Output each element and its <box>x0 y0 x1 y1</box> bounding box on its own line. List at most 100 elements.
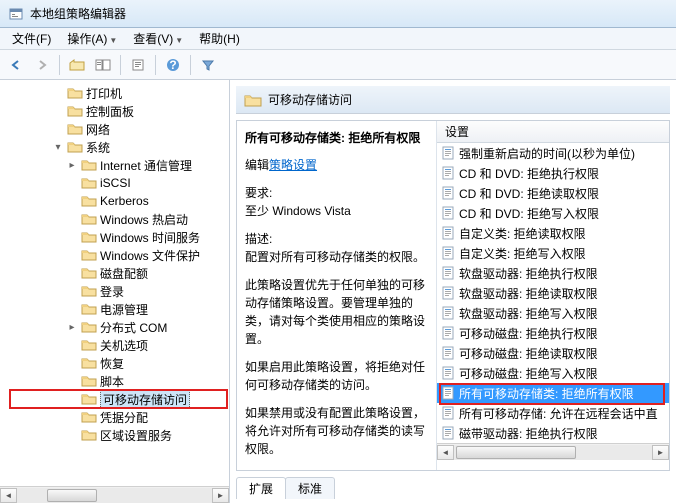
folder-icon <box>81 158 97 172</box>
folder-icon <box>81 320 97 334</box>
list-hscroll[interactable]: ◄ ► <box>437 443 669 460</box>
list-item[interactable]: 磁带驱动器: 拒绝执行权限 <box>437 423 669 443</box>
list-item[interactable]: 软盘驱动器: 拒绝执行权限 <box>437 263 669 283</box>
tree-node[interactable]: 电源管理 <box>10 300 227 318</box>
tree-node[interactable]: ▸ Internet 通信管理 <box>10 156 227 174</box>
list-item-label: 磁带驱动器: 拒绝执行权限 <box>459 425 598 442</box>
scroll-left-icon[interactable]: ◄ <box>0 488 17 503</box>
policy-icon <box>441 326 455 340</box>
expand-icon[interactable]: ▸ <box>66 160 78 171</box>
description-pane: 所有可移动存储类: 拒绝所有权限 编辑策略设置 要求:至少 Windows Vi… <box>237 121 437 470</box>
scroll-right-icon[interactable]: ► <box>212 488 229 503</box>
list-item-label: 自定义类: 拒绝写入权限 <box>459 245 586 262</box>
list-item[interactable]: CD 和 DVD: 拒绝读取权限 <box>437 183 669 203</box>
tree-node[interactable]: iSCSI <box>10 174 227 192</box>
list-item[interactable]: 软盘驱动器: 拒绝写入权限 <box>437 303 669 323</box>
tree-node[interactable]: 网络 <box>10 120 227 138</box>
tree-label: 电源管理 <box>100 301 148 318</box>
tree-label: 凭据分配 <box>100 409 148 426</box>
filter-button[interactable] <box>196 53 220 77</box>
tree-pane: 打印机控制面板网络▾系统 ▸ Internet 通信管理 iSCSI Kerberos W… <box>0 80 230 503</box>
tree-label: Windows 文件保护 <box>100 247 200 264</box>
list-item-label: 强制重新启动的时间(以秒为单位) <box>459 145 635 162</box>
tree-label: 网络 <box>86 121 110 138</box>
view-tabs: 扩展 标准 <box>236 477 670 499</box>
list-item[interactable]: CD 和 DVD: 拒绝写入权限 <box>437 203 669 223</box>
tree-node[interactable]: 脚本 <box>10 372 227 390</box>
tree-node[interactable]: 控制面板 <box>10 102 227 120</box>
scroll-left-icon[interactable]: ◄ <box>437 445 454 460</box>
tree-label: Internet 通信管理 <box>100 157 192 174</box>
tree-label: Kerberos <box>100 194 149 208</box>
list-item-label: 可移动磁盘: 拒绝写入权限 <box>459 365 598 382</box>
tree-node[interactable]: Windows 时间服务 <box>10 228 227 246</box>
folder-icon <box>81 374 97 388</box>
list-item[interactable]: 强制重新启动的时间(以秒为单位) <box>437 143 669 163</box>
folder-icon <box>67 140 83 154</box>
folder-icon <box>81 230 97 244</box>
list-item[interactable]: 软盘驱动器: 拒绝读取权限 <box>437 283 669 303</box>
policy-icon <box>441 286 455 300</box>
help-button[interactable]: ? <box>161 53 185 77</box>
up-button[interactable] <box>65 53 89 77</box>
policy-icon <box>441 146 455 160</box>
menu-file[interactable]: 文件(F) <box>4 28 59 49</box>
list-item[interactable]: 自定义类: 拒绝写入权限 <box>437 243 669 263</box>
back-button[interactable] <box>4 53 28 77</box>
tree-label: 磁盘配额 <box>100 265 148 282</box>
tab-standard[interactable]: 标准 <box>285 477 335 499</box>
folder-icon <box>81 428 97 442</box>
tree-label: 登录 <box>100 283 124 300</box>
tree-hscroll[interactable]: ◄ ► <box>0 486 229 503</box>
edit-policy-link[interactable]: 策略设置 <box>269 158 317 172</box>
policy-icon <box>441 426 455 440</box>
folder-icon <box>244 93 262 107</box>
menu-view[interactable]: 查看(V)▼ <box>125 28 191 49</box>
tree-node[interactable]: 恢复 <box>10 354 227 372</box>
tree-node[interactable]: ▸分布式 COM <box>10 318 227 336</box>
list-item[interactable]: 自定义类: 拒绝读取权限 <box>437 223 669 243</box>
scroll-right-icon[interactable]: ► <box>652 445 669 460</box>
tree-label: iSCSI <box>100 176 131 190</box>
tree-node[interactable]: 可移动存储访问 <box>10 390 227 408</box>
expand-icon[interactable]: ▸ <box>66 322 78 333</box>
expand-icon[interactable]: ▾ <box>52 142 64 153</box>
tree-node[interactable]: 关机选项 <box>10 336 227 354</box>
tree-node[interactable]: 磁盘配额 <box>10 264 227 282</box>
policy-icon <box>441 406 455 420</box>
tree-node[interactable]: Windows 热启动 <box>10 210 227 228</box>
list-item[interactable]: 可移动磁盘: 拒绝执行权限 <box>437 323 669 343</box>
tab-extended[interactable]: 扩展 <box>236 477 286 499</box>
list-item[interactable]: 所有可移动存储: 允许在远程会话中直 <box>437 403 669 423</box>
policy-icon <box>441 346 455 360</box>
menu-action[interactable]: 操作(A)▼ <box>59 28 125 49</box>
tree-node[interactable]: 登录 <box>10 282 227 300</box>
list-item[interactable]: CD 和 DVD: 拒绝执行权限 <box>437 163 669 183</box>
list-item[interactable]: 所有可移动存储类: 拒绝所有权限 <box>437 383 669 403</box>
tree-label: 脚本 <box>100 373 124 390</box>
detail-header: 可移动存储访问 <box>236 86 670 114</box>
menu-help[interactable]: 帮助(H) <box>191 28 248 49</box>
properties-button[interactable] <box>126 53 150 77</box>
tree-label: 关机选项 <box>100 337 148 354</box>
settings-list: 设置 强制重新启动的时间(以秒为单位)CD 和 DVD: 拒绝执行权限CD 和 … <box>437 121 669 470</box>
list-item[interactable]: 可移动磁盘: 拒绝读取权限 <box>437 343 669 363</box>
tree-node[interactable]: 打印机 <box>10 84 227 102</box>
tree-label: Windows 时间服务 <box>100 229 200 246</box>
tree-label: 打印机 <box>86 85 122 102</box>
svg-text:?: ? <box>169 58 176 72</box>
tree-node[interactable]: 凭据分配 <box>10 408 227 426</box>
tree-node[interactable]: 区域设置服务 <box>10 426 227 444</box>
list-header-setting[interactable]: 设置 <box>437 121 669 143</box>
tree-node[interactable]: Windows 文件保护 <box>10 246 227 264</box>
list-item-label: 所有可移动存储: 允许在远程会话中直 <box>459 405 658 422</box>
list-item[interactable]: 可移动磁盘: 拒绝写入权限 <box>437 363 669 383</box>
policy-icon <box>441 306 455 320</box>
tree-node[interactable]: ▾系统 <box>10 138 227 156</box>
folder-icon <box>81 410 97 424</box>
show-hide-tree-button[interactable] <box>91 53 115 77</box>
policy-title: 所有可移动存储类: 拒绝所有权限 <box>245 129 428 146</box>
forward-button[interactable] <box>30 53 54 77</box>
tree-node[interactable]: Kerberos <box>10 192 227 210</box>
window-title: 本地组策略编辑器 <box>30 5 126 22</box>
